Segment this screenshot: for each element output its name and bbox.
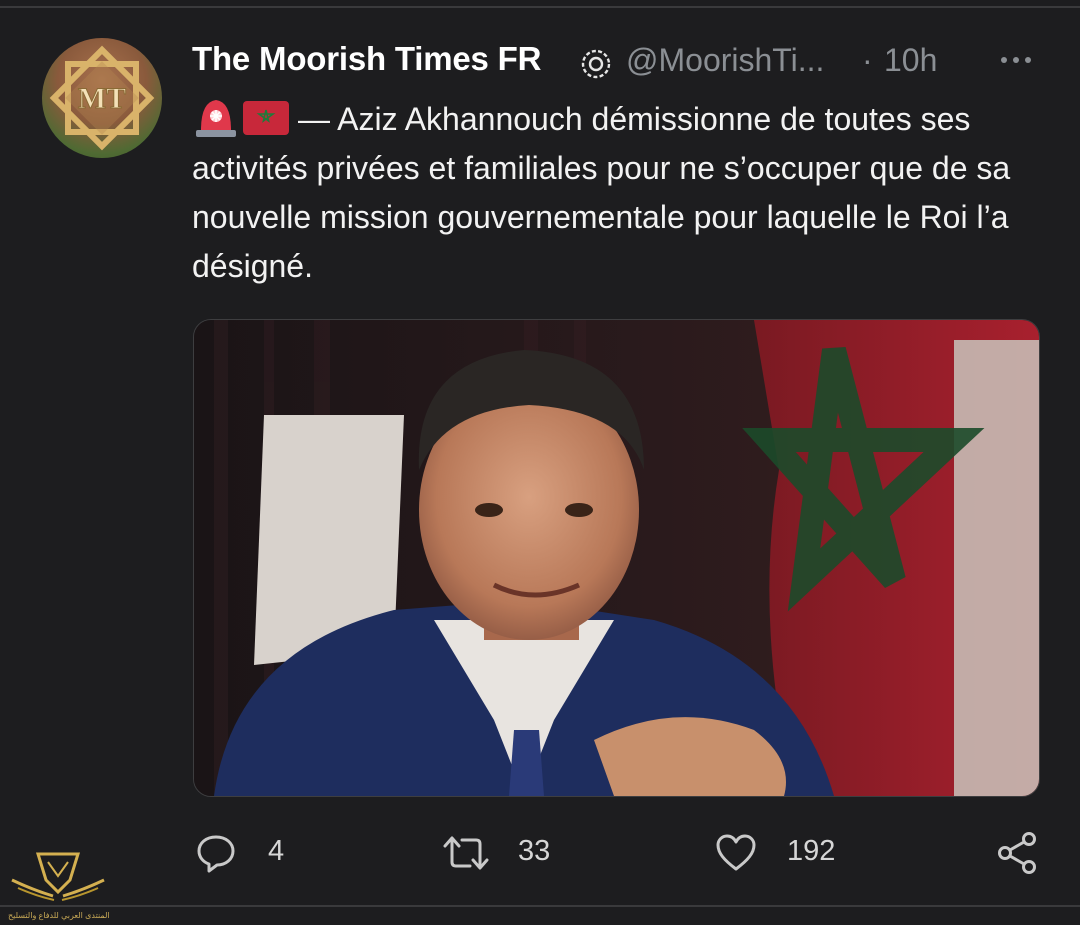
reply-icon[interactable] — [195, 828, 237, 878]
more-options-icon[interactable] — [996, 50, 1036, 70]
separator-dot: · — [862, 42, 873, 78]
avatar[interactable]: MT — [42, 38, 162, 158]
reply-count: 4 — [268, 835, 285, 867]
tweet-body: — Aziz Akhannouch démissionne de toutes … — [192, 95, 1052, 291]
portrait-photo-image — [194, 320, 1039, 796]
author-name[interactable]: The Moorish Times FR — [192, 40, 541, 78]
tweet-media-photo[interactable] — [193, 319, 1040, 797]
retweet-icon[interactable] — [442, 828, 490, 878]
moorish-times-logo-icon: MT — [49, 45, 155, 151]
top-divider — [0, 6, 1080, 8]
like-heart-icon[interactable] — [715, 828, 757, 878]
tweet-timestamp[interactable]: 10h — [884, 42, 937, 79]
verified-org-badge-icon — [581, 49, 611, 79]
forum-watermark-text: المنتدى العربي للدفاع والتسليح — [8, 911, 110, 920]
share-icon[interactable] — [996, 828, 1040, 878]
retweet-count: 33 — [518, 835, 551, 867]
tweet-text: — Aziz Akhannouch démissionne de toutes … — [192, 101, 1011, 284]
bottom-divider — [0, 905, 1080, 907]
author-handle[interactable]: @MoorishTi... — [626, 42, 824, 79]
like-count: 192 — [787, 835, 836, 867]
svg-text:MT: MT — [78, 82, 126, 115]
